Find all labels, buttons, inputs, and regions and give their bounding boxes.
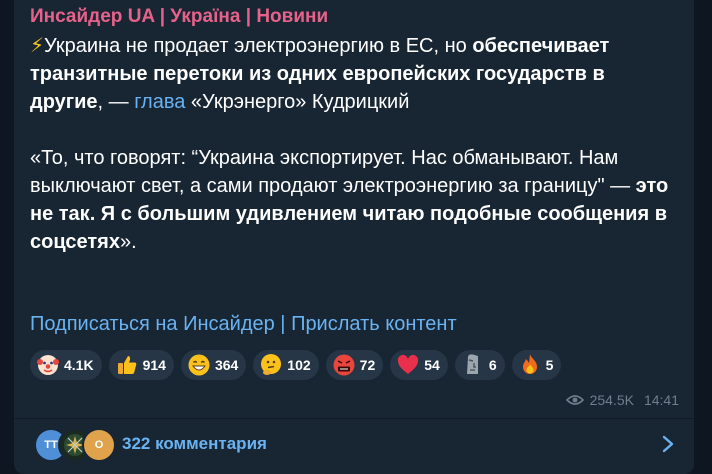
fire-icon [522, 354, 537, 374]
reaction-count: 5 [545, 357, 554, 373]
subscribe-link[interactable]: Подписаться на Инсайдер [30, 313, 275, 335]
reaction-count: 914 [142, 357, 166, 373]
grinning-face-icon [188, 354, 210, 376]
reaction-count: 72 [359, 357, 376, 373]
cursing-face-icon [333, 354, 355, 376]
reaction-thinking[interactable]: 102 [253, 350, 319, 380]
reaction-count: 102 [287, 357, 311, 373]
text-span: Украина не продает электроэнергию в ЕС, … [44, 35, 473, 57]
reaction-fire[interactable]: 5 [511, 350, 562, 380]
red-heart-icon [398, 354, 419, 374]
paragraph-1: ⚡Украина не продает электроэнергию в ЕС,… [30, 32, 680, 116]
reactions-bar: 4.1K 914 364 102 72 54 6 5 [30, 350, 562, 380]
avatar: O [82, 428, 116, 462]
reaction-thumbs-up[interactable]: 914 [108, 350, 174, 380]
reaction-grin[interactable]: 364 [180, 350, 247, 380]
send-content-link[interactable]: Прислать контент [291, 313, 457, 335]
channel-name[interactable]: Инсайдер UA | Україна | Новини [30, 6, 328, 28]
message-meta: 254.5K 14:41 [565, 392, 679, 408]
chevron-right-icon[interactable] [660, 434, 676, 454]
message-text: ⚡Украина не продает электроэнергию в ЕС,… [30, 32, 680, 256]
comments-count-link[interactable]: 322 комментария [122, 434, 267, 454]
message-time: 14:41 [643, 392, 679, 408]
lightning-emoji: ⚡ [30, 35, 45, 57]
text-span: , — [97, 91, 135, 113]
reaction-count: 4.1K [64, 357, 94, 373]
text-span: «То, что говорят: “Украина экспортирует.… [30, 147, 636, 197]
commenter-avatars[interactable]: TT O [34, 428, 116, 462]
reaction-moai[interactable]: 6 [454, 350, 505, 380]
eye-icon [565, 395, 584, 405]
reaction-count: 364 [214, 357, 239, 373]
footer-links: Подписаться на Инсайдер | Прислать конте… [30, 313, 457, 336]
reaction-count: 54 [424, 357, 440, 373]
reaction-heart[interactable]: 54 [390, 350, 448, 380]
reaction-count: 6 [488, 357, 497, 373]
clown-face-icon [37, 355, 59, 375]
inline-link[interactable]: глава [134, 91, 185, 113]
views-count: 254.5K [589, 392, 634, 408]
moai-icon [466, 354, 478, 374]
reaction-cursing[interactable]: 72 [325, 350, 384, 380]
text-span: ». [119, 231, 137, 253]
thumbs-up-icon [117, 356, 136, 374]
paragraph-2: «То, что говорят: “Украина экспортирует.… [30, 144, 680, 256]
link-separator: | [274, 313, 292, 335]
reaction-clown[interactable]: 4.1K [30, 350, 102, 380]
text-span: «Укрэнерго» Кудрицкий [185, 91, 410, 113]
comments-divider [14, 418, 694, 419]
thinking-face-icon [261, 354, 282, 375]
